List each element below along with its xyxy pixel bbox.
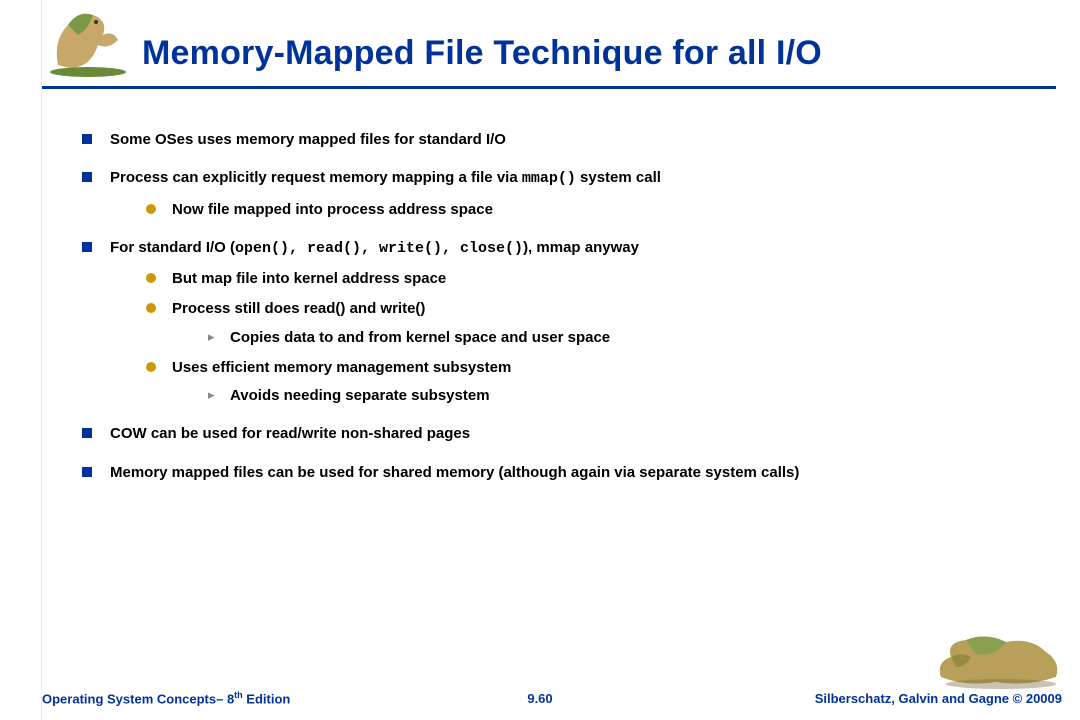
text: Uses efficient memory management subsyst… bbox=[172, 359, 511, 376]
sub-bullet-item: But map file into kernel address space bbox=[146, 269, 1042, 289]
bullet-item: Process can explicitly request memory ma… bbox=[82, 168, 1042, 220]
text: ), mmap anyway bbox=[523, 239, 639, 256]
bullet-item: COW can be used for read/write non-share… bbox=[82, 424, 1042, 444]
sub-sub-bullet-item: Copies data to and from kernel space and… bbox=[208, 328, 1042, 348]
text: Process can explicitly request memory ma… bbox=[110, 169, 522, 186]
dinosaur-top-icon bbox=[38, 0, 138, 78]
footer-copyright: Silberschatz, Galvin and Gagne © 20009 bbox=[815, 691, 1062, 706]
bullet-item: Some OSes uses memory mapped files for s… bbox=[82, 130, 1042, 150]
slide-body: Some OSes uses memory mapped files for s… bbox=[82, 130, 1042, 501]
title-underline bbox=[42, 86, 1056, 89]
bullet-item: Memory mapped files can be used for shar… bbox=[82, 463, 1042, 483]
sub-bullet-item: Process still does read() and write() Co… bbox=[146, 299, 1042, 348]
code-text: mmap() bbox=[522, 170, 576, 187]
sub-bullet-item: Uses efficient memory management subsyst… bbox=[146, 358, 1042, 407]
text: For standard I/O ( bbox=[110, 239, 235, 256]
code-text: open(), read(), write(), close() bbox=[235, 240, 523, 257]
sub-bullet-item: Now file mapped into process address spa… bbox=[146, 200, 1042, 220]
text: system call bbox=[576, 169, 661, 186]
sub-sub-bullet-item: Avoids needing separate subsystem bbox=[208, 386, 1042, 406]
bullet-item: For standard I/O (open(), read(), write(… bbox=[82, 238, 1042, 407]
slide-title: Memory-Mapped File Technique for all I/O bbox=[142, 34, 822, 73]
dinosaur-bottom-icon bbox=[936, 622, 1066, 692]
left-margin bbox=[0, 0, 42, 720]
text: Process still does read() and write() bbox=[172, 300, 425, 317]
